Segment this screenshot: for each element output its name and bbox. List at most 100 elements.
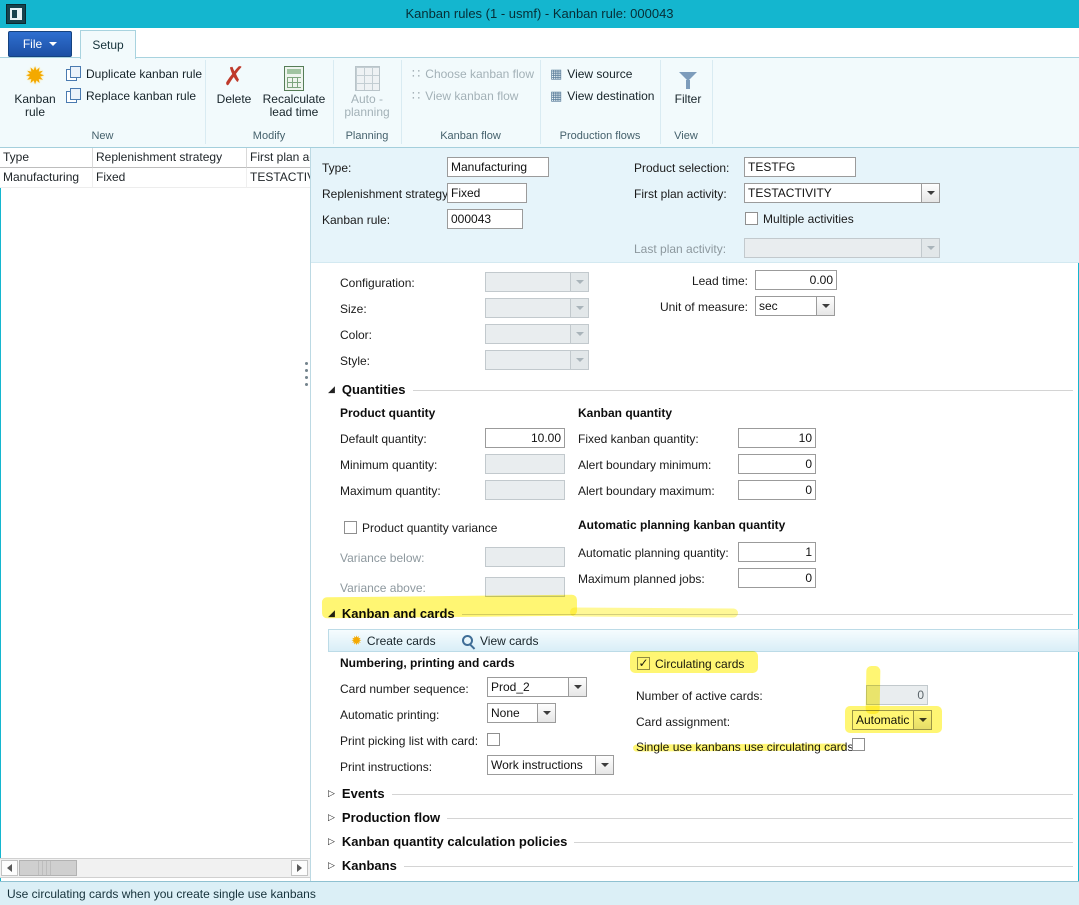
fixed-kanban-quantity-input[interactable]: 10 bbox=[738, 428, 816, 448]
section-production-flow[interactable]: ▷ Production flow bbox=[328, 810, 1073, 825]
alert-boundary-minimum-input[interactable]: 0 bbox=[738, 454, 816, 474]
print-picking-checkbox[interactable] bbox=[487, 733, 500, 746]
dropdown-button bbox=[570, 351, 588, 369]
scrollbar-thumb[interactable] bbox=[19, 860, 77, 876]
auto-planning-label: Auto - planning bbox=[338, 93, 396, 120]
dropdown-button[interactable] bbox=[913, 711, 931, 729]
automatic-printing-label: Automatic printing: bbox=[340, 708, 439, 722]
section-events[interactable]: ▷ Events bbox=[328, 786, 1073, 801]
dropdown-arrow-icon bbox=[576, 358, 584, 362]
section-quantities[interactable]: ◢ Quantities bbox=[328, 382, 1073, 397]
section-kanbans[interactable]: ▷ Kanbans bbox=[328, 858, 1073, 873]
dropdown-button bbox=[921, 239, 939, 257]
kanban-rule-button[interactable]: ✹ Kanban rule bbox=[8, 61, 62, 120]
file-menu-button[interactable]: File bbox=[8, 31, 72, 57]
tab-setup[interactable]: Setup bbox=[80, 30, 136, 59]
recalculate-lead-time-button[interactable]: Recalculate lead time bbox=[259, 61, 329, 120]
dropdown-button[interactable] bbox=[816, 297, 834, 315]
view-destination-button[interactable]: ▦ View destination bbox=[550, 86, 654, 105]
card-number-sequence-combo[interactable]: Prod_2 bbox=[487, 677, 587, 697]
dropdown-button[interactable] bbox=[595, 756, 613, 774]
section-events-title: Events bbox=[342, 786, 385, 801]
type-input[interactable]: Manufacturing bbox=[447, 157, 549, 177]
grid-cell-first-plan-activity[interactable]: TESTACTIVITY bbox=[247, 168, 310, 188]
section-kanban-quantity-policies[interactable]: ▷ Kanban quantity calculation policies bbox=[328, 834, 1073, 849]
dropdown-button[interactable] bbox=[537, 704, 555, 722]
first-plan-activity-combo[interactable]: TESTACTIVITY bbox=[744, 183, 940, 203]
grid-cell-type[interactable]: Manufacturing bbox=[0, 168, 93, 188]
print-instructions-label: Print instructions: bbox=[340, 760, 432, 774]
color-combo bbox=[485, 324, 589, 344]
numbering-header: Numbering, printing and cards bbox=[340, 656, 515, 670]
duplicate-label: Duplicate kanban rule bbox=[86, 67, 202, 81]
group-view-label: View bbox=[660, 130, 712, 142]
splitter-handle[interactable] bbox=[305, 383, 308, 386]
splitter-handle[interactable] bbox=[305, 369, 308, 372]
circulating-cards-label: Circulating cards bbox=[655, 657, 744, 671]
product-selection-input[interactable]: TESTFG bbox=[744, 157, 856, 177]
section-production-flow-title: Production flow bbox=[342, 810, 440, 825]
duplicate-kanban-rule-button[interactable]: Duplicate kanban rule bbox=[66, 64, 202, 83]
view-cards-label: View cards bbox=[480, 634, 538, 648]
filter-funnel-icon bbox=[677, 71, 699, 91]
grid-horizontal-scrollbar[interactable] bbox=[0, 858, 310, 878]
variance-above-label: Variance above: bbox=[340, 581, 426, 595]
replace-kanban-rule-button[interactable]: Replace kanban rule bbox=[66, 86, 196, 105]
first-plan-activity-value: TESTACTIVITY bbox=[745, 184, 921, 202]
automatic-planning-quantity-input[interactable]: 1 bbox=[738, 542, 816, 562]
grid-cell-replenishment-strategy[interactable]: Fixed bbox=[93, 168, 247, 188]
section-kanbans-title: Kanbans bbox=[342, 858, 397, 873]
kanban-rule-input[interactable]: 000043 bbox=[447, 209, 523, 229]
kanban-rules-window: Kanban rules (1 - usmf) - Kanban rule: 0… bbox=[0, 0, 1079, 905]
delete-icon: ✗ bbox=[223, 61, 245, 91]
dropdown-arrow-icon bbox=[822, 304, 830, 308]
collapse-icon: ▷ bbox=[328, 860, 335, 871]
grid-header-replenishment-strategy[interactable]: Replenishment strategy bbox=[93, 148, 247, 168]
create-cards-button[interactable]: ✹ Create cards bbox=[351, 632, 436, 650]
circulating-cards-checkbox[interactable] bbox=[637, 657, 650, 670]
tab-setup-label: Setup bbox=[92, 38, 123, 52]
view-source-icon: ▦ bbox=[550, 66, 562, 82]
multiple-activities-checkbox[interactable] bbox=[745, 212, 758, 225]
lead-time-input[interactable]: 0.00 bbox=[755, 270, 837, 290]
product-quantity-variance-checkbox[interactable] bbox=[344, 521, 357, 534]
splitter-handle[interactable] bbox=[305, 376, 308, 379]
fixed-kanban-quantity-label: Fixed kanban quantity: bbox=[578, 432, 699, 446]
section-kanban-and-cards-title: Kanban and cards bbox=[342, 606, 455, 621]
print-instructions-combo[interactable]: Work instructions bbox=[487, 755, 614, 775]
splitter-handle[interactable] bbox=[305, 362, 308, 365]
dropdown-button[interactable] bbox=[568, 678, 586, 696]
view-cards-button[interactable]: View cards bbox=[461, 632, 538, 650]
scroll-right-button[interactable] bbox=[291, 860, 308, 876]
size-combo bbox=[485, 298, 589, 318]
replenishment-strategy-input[interactable]: Fixed bbox=[447, 183, 527, 203]
single-use-checkbox[interactable] bbox=[852, 738, 865, 751]
dropdown-arrow-icon bbox=[927, 191, 935, 195]
grid-header-first-plan-activity[interactable]: First plan activity bbox=[247, 148, 310, 168]
alert-boundary-maximum-input[interactable]: 0 bbox=[738, 480, 816, 500]
section-line bbox=[462, 614, 1073, 615]
alert-boundary-maximum-label: Alert boundary maximum: bbox=[578, 484, 715, 498]
choose-kanban-flow-button: ∷ Choose kanban flow bbox=[412, 64, 534, 83]
print-instructions-value: Work instructions bbox=[488, 756, 595, 774]
size-label: Size: bbox=[340, 302, 367, 316]
unit-of-measure-combo[interactable]: sec bbox=[755, 296, 835, 316]
section-kanban-and-cards[interactable]: ◢ Kanban and cards bbox=[328, 606, 1073, 621]
dropdown-arrow-icon bbox=[576, 306, 584, 310]
collapse-icon: ▷ bbox=[328, 812, 335, 823]
configuration-label: Configuration: bbox=[340, 276, 415, 290]
grid-header-type[interactable]: Type bbox=[0, 148, 93, 168]
maximum-planned-jobs-input[interactable]: 0 bbox=[738, 568, 816, 588]
style-value bbox=[486, 351, 570, 369]
scroll-left-button[interactable] bbox=[1, 860, 18, 876]
delete-button[interactable]: ✗ Delete bbox=[211, 61, 257, 106]
unit-of-measure-value: sec bbox=[756, 297, 816, 315]
default-quantity-input[interactable]: 10.00 bbox=[485, 428, 565, 448]
automatic-printing-combo[interactable]: None bbox=[487, 703, 556, 723]
view-source-button[interactable]: ▦ View source bbox=[550, 64, 632, 83]
filter-button[interactable]: Filter bbox=[666, 61, 710, 106]
dropdown-button bbox=[570, 273, 588, 291]
minimum-quantity-label: Minimum quantity: bbox=[340, 458, 437, 472]
dropdown-button[interactable] bbox=[921, 184, 939, 202]
card-assignment-combo[interactable]: Automatic bbox=[852, 710, 932, 730]
